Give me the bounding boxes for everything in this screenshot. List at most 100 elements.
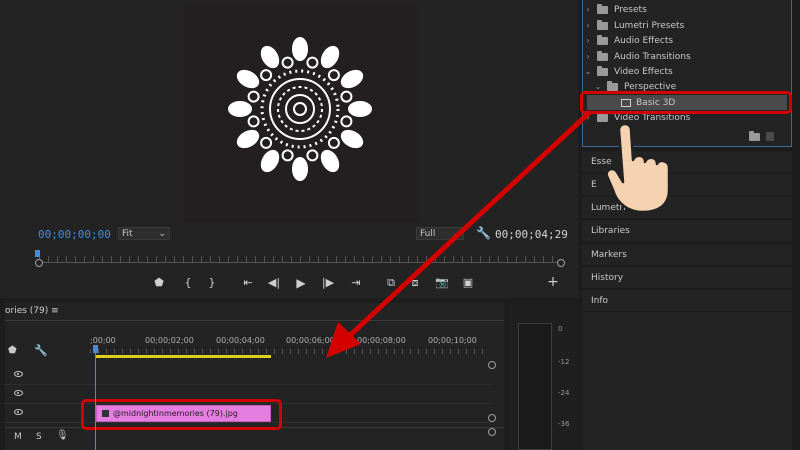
chevron-down-icon: ⌄ (584, 67, 592, 76)
mandala-ring-dot (281, 149, 294, 162)
panel-history[interactable]: History (582, 266, 792, 288)
ruler-label: 00;00;08;00 (357, 336, 406, 345)
panel-label: E (591, 179, 597, 190)
meter-label: 0 (558, 325, 563, 333)
panel-markers[interactable]: Markers (582, 243, 792, 265)
chevron-right-icon: › (586, 5, 590, 14)
chevron-right-icon: › (586, 113, 590, 122)
mandala-petal (340, 129, 364, 149)
mark-in-icon[interactable]: { (180, 276, 196, 289)
mark-out-icon[interactable]: } (204, 276, 220, 289)
camera-icon[interactable]: 📷 (434, 276, 450, 289)
scroll-handle[interactable] (488, 414, 496, 422)
track-lane-v3[interactable] (91, 367, 491, 385)
effects-item-presets[interactable]: › Presets (583, 2, 647, 17)
step-forward-icon[interactable]: |▶ (320, 276, 336, 289)
panel-libraries[interactable]: Libraries (582, 219, 792, 241)
meter-label: -36 (558, 420, 570, 428)
mandala-ring-dot (327, 69, 340, 82)
timeline-divider (5, 320, 504, 321)
panel-label: Markers (591, 249, 627, 260)
mandala-petal (348, 101, 372, 117)
mandala-ring-dot (260, 69, 273, 82)
go-to-in-icon[interactable]: ⇤ (240, 276, 256, 289)
scroll-handle[interactable] (488, 361, 496, 369)
resolution-select[interactable]: Full ⌄ (416, 227, 464, 240)
wrench-icon[interactable]: 🔧 (34, 344, 48, 357)
mandala-ring-dot (340, 115, 353, 128)
ruler-label: 00;00;10;00 (428, 336, 477, 345)
resolution-select-value: Full (420, 228, 436, 239)
chevron-down-icon: ⌄ (594, 82, 602, 91)
mandala-petal (292, 157, 308, 181)
playhead-marker[interactable] (35, 250, 40, 257)
highlight-basic-3d (580, 91, 792, 114)
eye-icon[interactable] (14, 371, 23, 377)
go-to-out-icon[interactable]: ⇥ (348, 276, 364, 289)
mandala-artwork (228, 37, 372, 181)
mandala-petal (260, 45, 280, 69)
playhead-cap[interactable] (93, 345, 98, 353)
timeline-tab-label: ories (79) (5, 306, 49, 316)
compare-icon[interactable]: ▣ (460, 276, 476, 289)
play-icon[interactable]: ▶ (293, 276, 309, 290)
work-area-bar[interactable] (96, 355, 271, 358)
pointing-hand-icon (605, 120, 671, 214)
current-timecode[interactable]: 00;00;00;00 (38, 228, 111, 241)
effects-item-label: Audio Transitions (614, 51, 691, 62)
scroll-handle[interactable] (488, 428, 496, 436)
trash-icon[interactable] (766, 132, 774, 141)
monitor-scrub-bar[interactable] (35, 250, 565, 266)
track-header-v3 (5, 367, 91, 385)
solo-button[interactable]: S (36, 432, 42, 442)
ruler-label: 00;00;02;00 (145, 336, 194, 345)
mute-button[interactable]: M (14, 432, 22, 442)
timeline-tab[interactable]: ories (79) ≡ (5, 306, 59, 316)
panel-info[interactable]: Info (582, 289, 792, 311)
ruler-label: ;00;00 (90, 336, 116, 345)
effects-item-video-effects[interactable]: ⌄ Video Effects (583, 64, 673, 79)
mandala-ring-dot (340, 90, 353, 103)
mandala-ring-dot (247, 90, 260, 103)
eye-icon[interactable] (14, 409, 23, 415)
add-button-icon[interactable]: + (545, 274, 561, 290)
ruler-label: 00;00;04;00 (216, 336, 265, 345)
step-back-icon[interactable]: ◀| (266, 276, 282, 289)
mandala-petal (320, 45, 340, 69)
meter-label: -24 (558, 389, 570, 397)
chevron-right-icon: › (586, 52, 590, 61)
chevron-right-icon: › (586, 36, 590, 45)
microphone-icon[interactable]: 🎙 (56, 430, 69, 441)
effects-item-audio-effects[interactable]: › Audio Effects (583, 33, 673, 48)
effects-item-label: Presets (614, 4, 647, 15)
chevron-down-icon: ⌄ (158, 228, 166, 239)
mandala-petal (292, 37, 308, 61)
wrench-icon[interactable]: 🔧 (476, 226, 491, 240)
zoom-handle-right[interactable] (557, 259, 565, 267)
mandala-petal (236, 69, 260, 89)
zoom-select[interactable]: Fit ⌄ (118, 227, 170, 240)
snap-icon[interactable]: ⬟ (8, 345, 17, 356)
eye-icon[interactable] (14, 390, 23, 396)
insert-icon[interactable]: ⧉ (383, 276, 399, 290)
add-marker-icon[interactable]: ⬟ (151, 276, 167, 289)
new-bin-icon[interactable] (749, 131, 760, 141)
panel-empty-area (582, 312, 792, 450)
track-header-v1 (5, 405, 91, 423)
folder-icon (597, 65, 608, 76)
mandala-petal (236, 129, 260, 149)
folder-icon (597, 34, 608, 45)
mandala-petal (320, 149, 340, 173)
mandala-ring-dot (247, 115, 260, 128)
panel-label: History (591, 272, 624, 283)
hamburger-menu-icon[interactable]: ≡ (51, 306, 59, 316)
effects-item-audio-transitions[interactable]: › Audio Transitions (583, 49, 691, 64)
chevron-right-icon: › (586, 21, 590, 30)
program-preview-frame (184, 5, 417, 223)
audio-meter: 0 -12 -24 -36 (509, 303, 579, 450)
zoom-handle-left[interactable] (35, 259, 43, 267)
overwrite-icon[interactable]: ⧈ (407, 276, 423, 290)
folder-icon (597, 19, 608, 30)
effects-item-lumetri-presets[interactable]: › Lumetri Presets (583, 18, 684, 33)
timeline-playhead[interactable] (95, 345, 96, 450)
